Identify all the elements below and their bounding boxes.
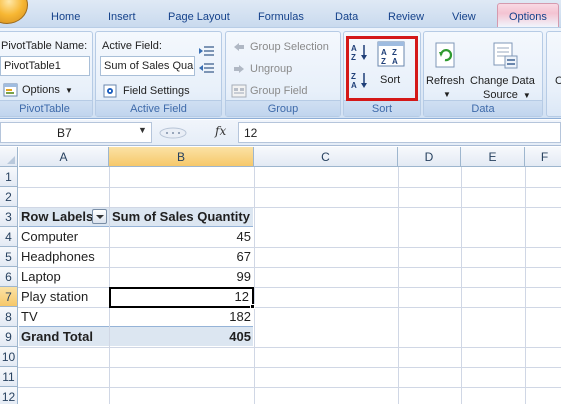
formula-input[interactable]: 12 xyxy=(238,122,561,143)
group-label-data: Data xyxy=(424,100,542,116)
tab-data[interactable]: Data xyxy=(327,8,366,27)
pivot-row-value[interactable]: 45 xyxy=(110,227,253,247)
chevron-down-icon[interactable]: ▼ xyxy=(138,125,147,135)
collapse-field-icon[interactable] xyxy=(199,61,215,75)
chevron-down-icon[interactable]: ▼ xyxy=(443,90,451,99)
pivot-row-label[interactable]: Headphones xyxy=(19,247,109,267)
tab-formulas[interactable]: Formulas xyxy=(250,8,312,27)
group-group: Group Selection Ungroup Group Field Grou… xyxy=(225,31,341,117)
ribbon-tab-strip: Home Insert Page Layout Formulas Data Re… xyxy=(0,0,561,27)
group-label-sort: Sort xyxy=(344,100,420,116)
pivottable-name-label: PivotTable Name: xyxy=(1,40,88,52)
group-field-button[interactable]: Group Field xyxy=(250,85,307,97)
formula-buttons: fx xyxy=(152,122,238,143)
options-button[interactable]: Options ▼ xyxy=(22,84,73,96)
column-header-d[interactable]: D xyxy=(398,147,461,167)
worksheet-grid: A B C D E F 1 2 3 4 5 6 7 8 9 10 11 12 R… xyxy=(0,147,561,404)
row-header-4[interactable]: 4 xyxy=(0,227,18,247)
insert-function-icon[interactable]: fx xyxy=(215,124,226,138)
grid-line xyxy=(461,167,462,404)
group-selection-button[interactable]: Group Selection xyxy=(250,41,329,53)
pivot-row-label[interactable]: TV xyxy=(19,307,109,327)
grid-line xyxy=(525,167,526,404)
formula-bar-handle-icon[interactable] xyxy=(158,126,188,140)
row-header-3[interactable]: 3 xyxy=(0,207,18,227)
grid-line xyxy=(18,187,561,188)
refresh-icon xyxy=(435,42,455,68)
grid-line xyxy=(18,387,561,388)
refresh-button[interactable]: Refresh xyxy=(426,75,465,87)
fill-handle[interactable] xyxy=(250,304,255,309)
partial-button-label[interactable]: C xyxy=(555,75,561,87)
filter-dropdown-icon[interactable] xyxy=(92,209,107,224)
chevron-down-icon: ▼ xyxy=(522,91,531,100)
row-header-1[interactable]: 1 xyxy=(0,167,18,187)
active-field-label: Active Field: xyxy=(102,40,162,52)
row-header-2[interactable]: 2 xyxy=(0,187,18,207)
name-box[interactable]: B7 xyxy=(0,122,152,143)
tab-options[interactable]: Options xyxy=(497,3,559,27)
group-label-group: Group xyxy=(226,100,340,116)
group-pivottable: PivotTable Name: PivotTable1 Options ▼ P… xyxy=(0,31,93,117)
ungroup-icon xyxy=(234,65,244,73)
ungroup-button[interactable]: Ungroup xyxy=(250,63,292,75)
group-label-active-field: Active Field xyxy=(96,100,221,116)
row-header-7[interactable]: 7 xyxy=(0,287,18,307)
tab-review[interactable]: Review xyxy=(380,8,432,27)
row-header-6[interactable]: 6 xyxy=(0,267,18,287)
pivot-row-label[interactable]: Computer xyxy=(19,227,109,247)
office-button[interactable] xyxy=(0,0,28,24)
active-cell-border xyxy=(109,287,254,308)
row-header-5[interactable]: 5 xyxy=(0,247,18,267)
pivot-row-label[interactable]: Laptop xyxy=(19,267,109,287)
row-header-11[interactable]: 11 xyxy=(0,367,18,387)
grid-line xyxy=(18,207,561,208)
tab-insert[interactable]: Insert xyxy=(100,8,144,27)
group-field-icon xyxy=(231,84,247,98)
row-header-9[interactable]: 9 xyxy=(0,327,18,347)
group-label-pivottable: PivotTable xyxy=(0,100,92,116)
tab-page-layout[interactable]: Page Layout xyxy=(160,8,238,27)
field-settings-button[interactable]: Field Settings xyxy=(123,85,190,97)
group-active-field: Active Field: Sum of Sales Qua Field Set… xyxy=(95,31,222,117)
row-header-10[interactable]: 10 xyxy=(0,347,18,367)
group-partial: C xyxy=(546,31,561,117)
pivot-value-header[interactable]: Sum of Sales Quantity xyxy=(110,207,253,227)
grand-total-label[interactable]: Grand Total xyxy=(19,327,109,347)
active-field-input[interactable]: Sum of Sales Qua xyxy=(100,56,195,76)
pivot-row-labels-header[interactable]: Row Labels xyxy=(19,207,93,227)
change-data-source-button[interactable]: Change Data xyxy=(470,75,535,87)
options-label: Options xyxy=(22,84,60,96)
pivot-row-label[interactable]: Play station xyxy=(19,287,109,307)
chevron-down-icon: ▼ xyxy=(64,86,73,95)
column-header-e[interactable]: E xyxy=(461,147,525,167)
expand-field-icon[interactable] xyxy=(199,44,215,58)
pivot-row-value[interactable]: 182 xyxy=(110,307,253,327)
column-header-f[interactable]: F xyxy=(525,147,561,167)
options-icon xyxy=(3,83,18,97)
select-all-button[interactable] xyxy=(0,147,18,167)
pivot-row-value[interactable]: 99 xyxy=(110,267,253,287)
column-header-a[interactable]: A xyxy=(19,147,109,167)
pivot-row-value[interactable]: 67 xyxy=(110,247,253,267)
group-selection-icon xyxy=(234,43,244,51)
grid-line xyxy=(398,167,399,404)
row-header-8[interactable]: 8 xyxy=(0,307,18,327)
pivottable-name-input[interactable]: PivotTable1 xyxy=(0,56,90,76)
tab-view[interactable]: View xyxy=(444,8,484,27)
sort-highlight-box xyxy=(346,36,418,101)
field-settings-icon xyxy=(103,84,117,98)
grid-line xyxy=(254,167,255,404)
ribbon: PivotTable Name: PivotTable1 Options ▼ P… xyxy=(0,27,561,119)
tab-home[interactable]: Home xyxy=(43,8,88,27)
row-header-12[interactable]: 12 xyxy=(0,387,18,404)
column-header-c[interactable]: C xyxy=(254,147,398,167)
formula-bar: B7 ▼ fx 12 xyxy=(0,120,561,146)
change-data-source-icon xyxy=(493,42,518,69)
grid-line xyxy=(18,367,561,368)
column-header-b[interactable]: B xyxy=(109,147,254,167)
grand-total-value[interactable]: 405 xyxy=(110,327,253,347)
grid-line xyxy=(18,347,561,348)
group-data: Refresh ▼ Change Data Source ▼ Data xyxy=(423,31,543,117)
